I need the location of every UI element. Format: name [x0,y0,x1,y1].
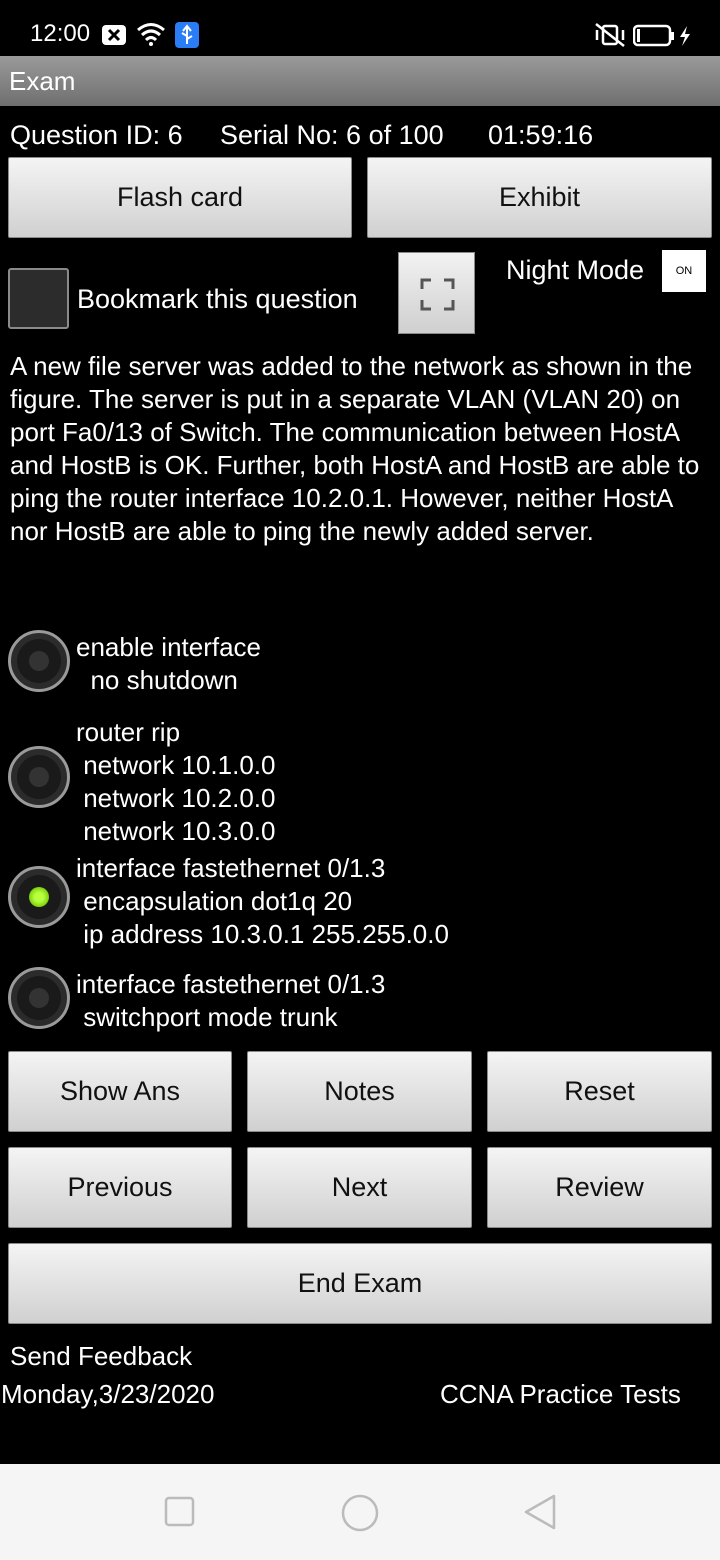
option-text-3[interactable]: interface fastethernet 0/1.3 encapsulati… [76,852,449,951]
night-mode-toggle[interactable]: ON [662,250,706,292]
app-name: CCNA Practice Tests [440,1379,681,1409]
notification-icon [102,25,126,45]
end-exam-button[interactable]: End Exam [8,1243,712,1324]
bookmark-label: Bookmark this question [77,284,358,314]
status-time: 12:00 [30,20,91,47]
night-mode-label: Night Mode [506,255,645,285]
wifi-icon [137,23,165,46]
bookmark-checkbox[interactable] [8,268,69,329]
flash-card-button[interactable]: Flash card [8,157,352,238]
back-icon[interactable] [522,1494,558,1530]
battery-icon [633,24,690,47]
next-button[interactable]: Next [247,1147,472,1228]
status-bar: 12:00 [0,0,720,56]
home-icon[interactable] [340,1493,380,1533]
option-radio-1[interactable] [8,630,70,692]
fullscreen-button[interactable] [398,252,475,334]
exam-timer: 01:59:16 [488,120,594,150]
exhibit-button[interactable]: Exhibit [367,157,712,238]
send-feedback-link[interactable]: Send Feedback [10,1341,192,1372]
fullscreen-icon [420,278,455,311]
reset-button[interactable]: Reset [487,1051,712,1132]
system-nav-bar [0,1464,720,1560]
serial-number: Serial No: 6 of 100 [220,120,444,150]
question-id: Question ID: 6 [10,120,183,150]
question-text: A new file server was added to the netwo… [10,351,700,546]
exam-date: Monday,3/23/2020 [1,1379,215,1409]
option-text-1[interactable]: enable interface no shutdown [76,631,261,697]
option-text-2[interactable]: router rip network 10.1.0.0 network 10.2… [76,716,275,848]
app-title: Exam [9,66,76,96]
option-radio-3[interactable] [8,866,70,928]
option-radio-4[interactable] [8,967,70,1029]
app-bar: Exam [0,56,720,106]
usb-icon [175,22,199,48]
show-answer-button[interactable]: Show Ans [8,1051,232,1132]
option-radio-2[interactable] [8,746,70,808]
recents-icon[interactable] [164,1496,196,1528]
option-text-4[interactable]: interface fastethernet 0/1.3 switchport … [76,968,385,1034]
vibrate-off-icon [595,23,625,47]
previous-button[interactable]: Previous [8,1147,232,1228]
notes-button[interactable]: Notes [247,1051,472,1132]
review-button[interactable]: Review [487,1147,712,1228]
